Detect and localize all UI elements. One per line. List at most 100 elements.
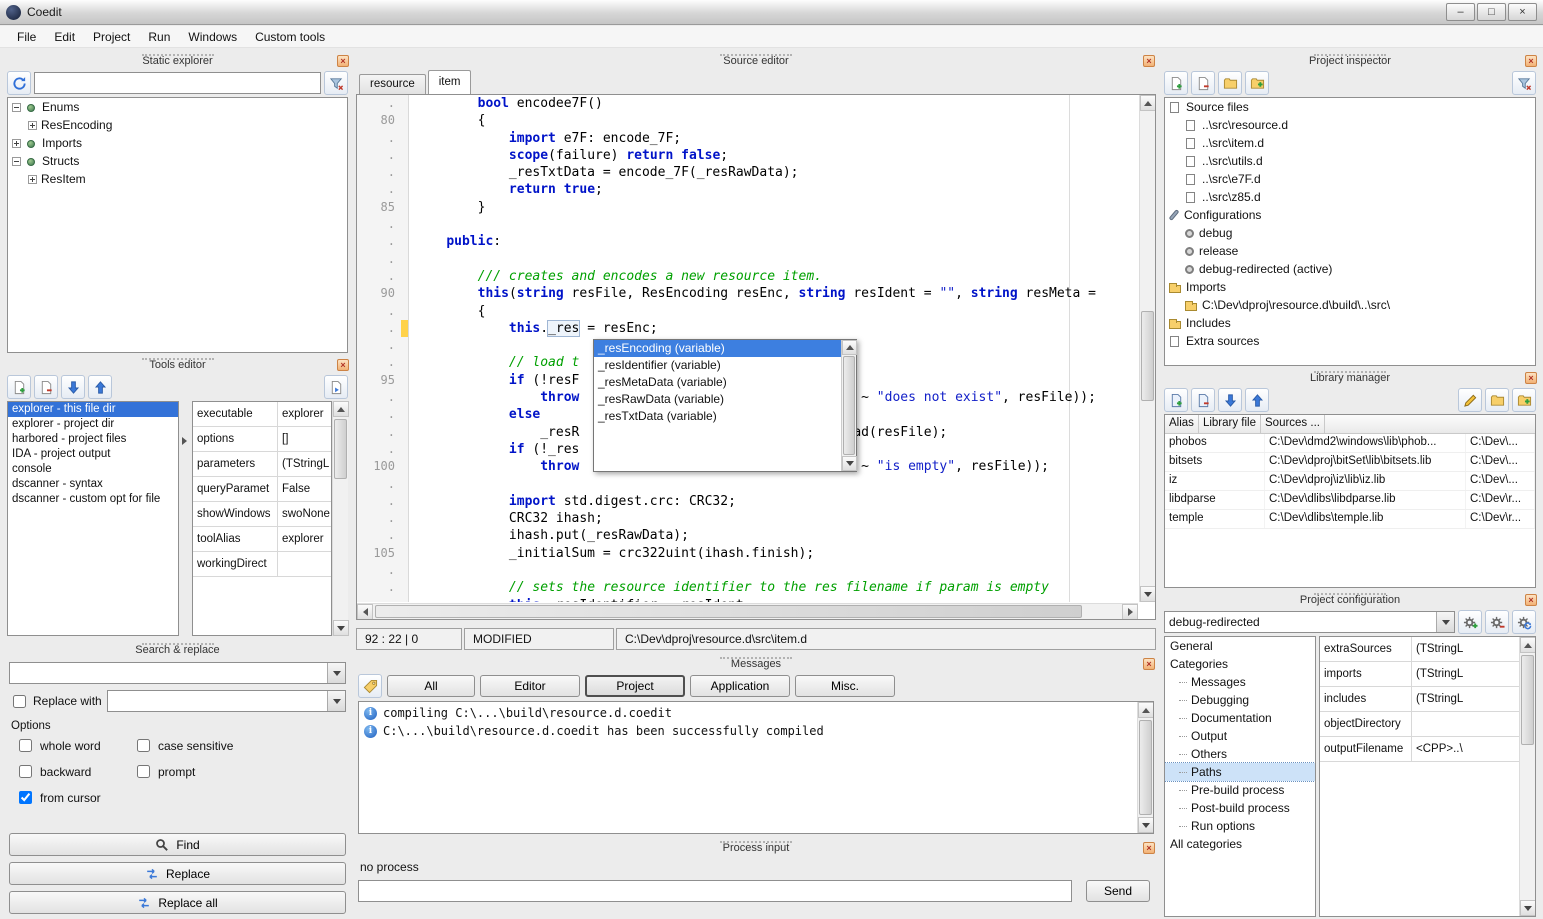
property-row[interactable]: workingDirect xyxy=(193,552,331,577)
tree-node[interactable]: Imports xyxy=(1165,278,1535,296)
add-configuration-button[interactable] xyxy=(1458,610,1482,634)
find-button[interactable]: Find xyxy=(9,833,346,856)
menu-item[interactable]: File xyxy=(8,27,45,47)
property-value[interactable]: [] xyxy=(278,433,331,445)
project-configuration-header[interactable]: Project configuration × xyxy=(1162,592,1538,608)
category-item[interactable]: Paths xyxy=(1165,763,1315,781)
scroll-down-button[interactable] xyxy=(1138,817,1154,833)
completion-scrollbar[interactable] xyxy=(841,340,856,471)
maximize-button[interactable]: □ xyxy=(1477,3,1506,21)
replace-button[interactable]: Replace xyxy=(9,862,346,885)
category-item[interactable]: Documentation xyxy=(1165,709,1315,727)
menu-item[interactable]: Run xyxy=(139,27,179,47)
property-value[interactable]: (TStringL xyxy=(1412,643,1519,655)
library-row[interactable]: iz C:\Dev\dproj\iz\lib\iz.lib C:\Dev\... xyxy=(1165,472,1535,491)
add-tool-button[interactable] xyxy=(7,375,31,399)
scroll-up-button[interactable] xyxy=(333,401,349,417)
property-value[interactable]: explorer xyxy=(278,533,331,545)
property-row[interactable]: includes (TStringL xyxy=(1320,687,1519,712)
search-combo[interactable] xyxy=(9,662,346,684)
property-row[interactable]: objectDirectory xyxy=(1320,712,1519,737)
add-source-button[interactable] xyxy=(1164,71,1188,95)
scroll-up-button[interactable] xyxy=(842,340,857,355)
message-filter-button[interactable]: Project xyxy=(585,675,685,697)
search-option-checkbox[interactable] xyxy=(137,765,150,778)
panel-close-button[interactable]: × xyxy=(1525,55,1537,67)
panel-close-button[interactable]: × xyxy=(1143,658,1155,670)
add-library-folder-button[interactable] xyxy=(1512,388,1536,412)
tree-node[interactable]: Extra sources xyxy=(1165,332,1535,350)
process-input-header[interactable]: Process input × xyxy=(356,840,1156,856)
panel-close-button[interactable]: × xyxy=(337,55,349,67)
process-input-field[interactable] xyxy=(358,880,1072,902)
property-value[interactable]: (TStringL xyxy=(278,458,331,470)
scroll-down-button[interactable] xyxy=(842,456,857,471)
message-filter-button[interactable]: All xyxy=(387,675,475,697)
menu-item[interactable]: Project xyxy=(84,27,139,47)
category-item[interactable]: Run options xyxy=(1165,817,1315,835)
tree-node[interactable]: ResEncoding xyxy=(8,116,347,134)
search-option-checkbox[interactable] xyxy=(19,765,32,778)
tools-editor-header[interactable]: Tools editor × xyxy=(5,357,350,373)
configuration-grid-scrollbar[interactable] xyxy=(1519,637,1535,916)
minimize-button[interactable]: – xyxy=(1446,3,1475,21)
configuration-selector-value[interactable]: debug-redirected xyxy=(1165,612,1436,632)
scroll-right-button[interactable] xyxy=(1122,604,1138,620)
category-item[interactable]: Output xyxy=(1165,727,1315,745)
tool-list-item[interactable]: IDA - project output xyxy=(8,447,178,462)
scroll-up-button[interactable] xyxy=(1138,702,1154,718)
library-manager-header[interactable]: Library manager × xyxy=(1162,370,1538,386)
replace-combo-value[interactable] xyxy=(108,691,327,711)
tool-list-item[interactable]: console xyxy=(8,462,178,477)
messages-header[interactable]: Messages × xyxy=(356,656,1156,672)
column-header[interactable]: Library file xyxy=(1199,415,1261,433)
scroll-down-button[interactable] xyxy=(1520,900,1536,916)
add-folder-button[interactable] xyxy=(1245,71,1269,95)
editor-tab[interactable]: resource xyxy=(359,74,426,94)
property-row[interactable]: imports (TStringL xyxy=(1320,662,1519,687)
property-row[interactable]: options [] xyxy=(193,427,331,452)
message-row[interactable]: i C:\...\build\resource.d.coedit has bee… xyxy=(359,722,1137,740)
edit-library-button[interactable] xyxy=(1458,388,1482,412)
source-editor-header[interactable]: Source editor × xyxy=(356,53,1156,69)
menu-item[interactable]: Windows xyxy=(179,27,246,47)
tree-node[interactable]: ..\src\resource.d xyxy=(1165,116,1535,134)
tree-node[interactable]: ResItem xyxy=(8,170,347,188)
expander-icon[interactable] xyxy=(28,175,37,184)
dropdown-button[interactable] xyxy=(327,691,345,711)
clone-configuration-button[interactable] xyxy=(1512,610,1536,634)
panel-close-button[interactable]: × xyxy=(1143,842,1155,854)
search-option-checkbox[interactable] xyxy=(137,739,150,752)
tree-node[interactable]: Source files xyxy=(1165,98,1535,116)
close-button[interactable]: × xyxy=(1508,3,1537,21)
panel-close-button[interactable]: × xyxy=(1525,372,1537,384)
property-value[interactable]: explorer xyxy=(278,408,331,420)
property-row[interactable]: extraSources (TStringL xyxy=(1320,637,1519,662)
inspector-filter-button[interactable] xyxy=(1512,71,1536,95)
remove-configuration-button[interactable] xyxy=(1485,610,1509,634)
search-option[interactable]: backward xyxy=(15,762,133,781)
panel-close-button[interactable]: × xyxy=(1143,55,1155,67)
panel-close-button[interactable]: × xyxy=(1525,594,1537,606)
dropdown-button[interactable] xyxy=(1436,612,1454,632)
search-option[interactable]: from cursor xyxy=(15,788,133,807)
dropdown-button[interactable] xyxy=(327,663,345,683)
message-filter-button[interactable]: Editor xyxy=(480,675,580,697)
panel-close-button[interactable]: × xyxy=(337,359,349,371)
property-value[interactable]: (TStringL xyxy=(1412,668,1519,680)
message-tag-button[interactable] xyxy=(358,674,382,698)
menu-item[interactable]: Custom tools xyxy=(246,27,334,47)
tool-list-item[interactable]: explorer - project dir xyxy=(8,417,178,432)
remove-tool-button[interactable] xyxy=(34,375,58,399)
completion-item[interactable]: _resTxtData (variable) xyxy=(594,408,841,425)
open-folder-button[interactable] xyxy=(1218,71,1242,95)
category-item[interactable]: Others xyxy=(1165,745,1315,763)
property-value[interactable]: False xyxy=(278,483,331,495)
completion-item[interactable]: _resMetaData (variable) xyxy=(594,374,841,391)
menu-item[interactable]: Edit xyxy=(45,27,84,47)
message-filter-button[interactable]: Misc. xyxy=(795,675,895,697)
scroll-left-button[interactable] xyxy=(357,604,373,620)
open-library-file-button[interactable] xyxy=(1485,388,1509,412)
project-inspector-header[interactable]: Project inspector × xyxy=(1162,53,1538,69)
property-value[interactable]: (TStringL xyxy=(1412,693,1519,705)
